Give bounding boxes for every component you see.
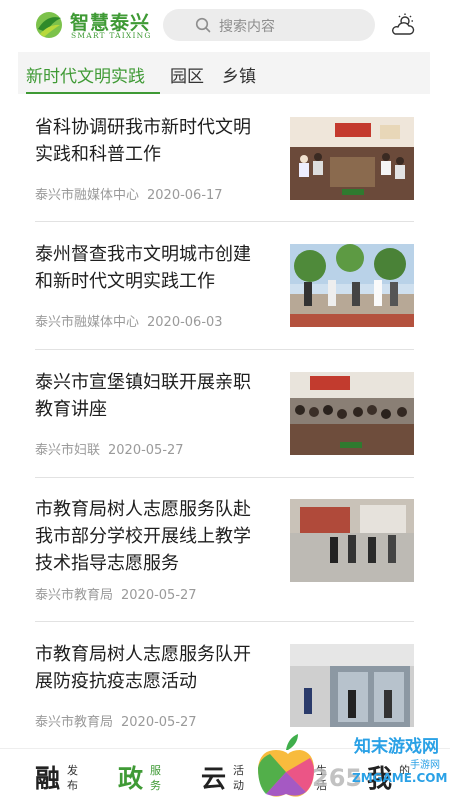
site-watermark: 265 知末游戏网 手游网 ZMGAME.COM [258, 734, 447, 797]
news-source: 泰兴市妇联 [35, 443, 101, 458]
watermark-cn: 知末游戏网 [353, 736, 439, 757]
news-thumbnail [290, 644, 414, 727]
tab-new-era-civilization[interactable]: 新时代文明实践 [26, 62, 145, 87]
nav-big-char: 政 [118, 764, 144, 793]
news-meta: 泰兴市教育局 2020-05-27 [35, 584, 197, 603]
nav-small-label: 服务 [150, 764, 161, 792]
search-icon [195, 17, 211, 33]
news-source: 泰兴市融媒体中心 [35, 188, 140, 203]
nav-item-rong-publish[interactable]: 融 发布 [35, 755, 91, 799]
nav-big-char: 云 [201, 764, 227, 793]
news-thumbnail [290, 244, 414, 327]
news-title: 泰州督查我市文明城市创建和新时代文明实践工作 [35, 244, 251, 292]
news-meta: 泰兴市融媒体中心 2020-06-03 [35, 311, 223, 330]
list-divider [35, 477, 414, 478]
nav-item-zheng-service[interactable]: 政 服务 [118, 755, 174, 799]
news-title: 市教育局树人志愿服务队开展防疫抗疫志愿活动 [35, 644, 251, 692]
list-divider [35, 221, 414, 222]
tab-towns[interactable]: 乡镇 [222, 62, 256, 87]
news-date: 2020-06-03 [147, 315, 223, 330]
cloud-sun-icon[interactable] [390, 12, 416, 38]
list-divider [35, 621, 414, 622]
watermark-url: ZMGAME.COM [352, 771, 447, 785]
news-date: 2020-05-27 [121, 715, 197, 730]
news-date: 2020-06-17 [147, 188, 223, 203]
news-source: 泰兴市教育局 [35, 588, 114, 603]
nav-small-label: 活动 [233, 764, 244, 792]
search-placeholder: 搜索内容 [219, 19, 275, 35]
news-source: 泰兴市教育局 [35, 715, 114, 730]
news-title: 泰兴市宣堡镇妇联开展亲职教育讲座 [35, 372, 251, 420]
nav-item-yun-activity[interactable]: 云 活动 [201, 755, 257, 799]
news-source: 泰兴市融媒体中心 [35, 315, 140, 330]
news-thumbnail [290, 499, 414, 582]
category-tabs: 新时代文明实践 园区 乡镇 [18, 52, 430, 94]
news-thumbnail [290, 117, 414, 200]
list-divider [35, 349, 414, 350]
news-meta: 泰兴市融媒体中心 2020-06-17 [35, 184, 223, 203]
app-logo[interactable]: 智慧泰兴 SMART TAIXING [34, 8, 154, 42]
active-tab-indicator [26, 92, 160, 94]
nav-big-char: 融 [35, 764, 61, 793]
news-date: 2020-05-27 [108, 443, 184, 458]
news-title: 省科协调研我市新时代文明实践和科普工作 [35, 117, 251, 165]
news-title: 市教育局树人志愿服务队赴我市部分学校开展线上教学技术指导志愿服务 [35, 499, 251, 574]
watermark-small: 手游网 [410, 758, 440, 771]
news-meta: 泰兴市妇联 2020-05-27 [35, 439, 184, 458]
logo-english-text: SMART TAIXING [71, 31, 152, 40]
news-date: 2020-05-27 [121, 588, 197, 603]
logo-leaf-icon [36, 12, 62, 38]
top-header: 智慧泰兴 SMART TAIXING 搜索内容 [0, 0, 450, 50]
news-meta: 泰兴市教育局 2020-05-27 [35, 711, 197, 730]
news-thumbnail [290, 372, 414, 455]
nav-small-label: 发布 [67, 764, 78, 792]
tab-park[interactable]: 园区 [170, 62, 204, 87]
search-input[interactable]: 搜索内容 [163, 9, 375, 41]
